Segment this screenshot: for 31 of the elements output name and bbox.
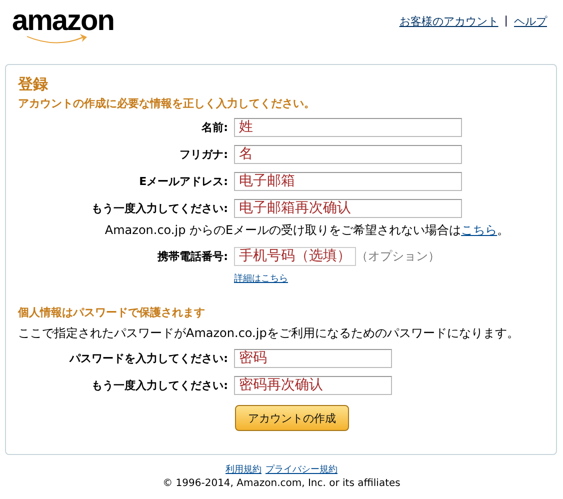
logo-text[interactable]: amazon — [12, 6, 114, 36]
password-description: ここで指定されたパスワードがAmazon.co.jpをご利用になるためのパスワードになります。 — [18, 325, 520, 342]
field-label: 名前: — [200, 120, 228, 135]
smile-arrow-icon — [26, 34, 88, 46]
email-note: Amazon.co.jp からのEメールの受け取りをご希望されない場合は こちら。 — [104, 222, 510, 239]
input-field[interactable]: 密码 — [234, 349, 392, 368]
phone-field[interactable]: 手机号码（选填） — [234, 247, 356, 266]
here-link[interactable]: こちら — [461, 223, 498, 237]
field-label: もう一度入力してください: — [90, 378, 228, 393]
field-label: フリガナ: — [178, 147, 228, 162]
footer-link[interactable]: 利用規約 — [226, 463, 262, 476]
input-field[interactable]: 电子邮箱 — [234, 172, 462, 191]
copyright: © 1996-2014, Amazon.com, Inc. or its affiliates — [162, 478, 400, 489]
help-link[interactable]: ヘルプ — [514, 14, 547, 29]
panel-title: 登録 — [18, 75, 49, 94]
input-field[interactable]: 名 — [234, 145, 462, 164]
panel-subtitle: アカウントの作成に必要な情報を正しく入力してください。 — [18, 96, 316, 111]
input-field[interactable]: 电子邮箱再次确认 — [234, 199, 462, 218]
link-separator: | — [504, 14, 508, 29]
footer-link[interactable]: プライバシー規約 — [266, 463, 338, 476]
field-label: もう一度入力してください: — [90, 201, 228, 216]
field-label: パスワードを入力してください: — [68, 351, 228, 366]
section-heading: 個人情報はパスワードで保護されます — [18, 305, 206, 320]
account-link[interactable]: お客様のアカウント — [399, 14, 498, 29]
input-field[interactable]: 密码再次确认 — [234, 376, 392, 395]
field-label: 携帯電話番号: — [156, 249, 228, 264]
details-link[interactable]: 詳細はこちら — [234, 272, 288, 285]
optional-hint: （オプション） — [356, 248, 440, 265]
create-account-button[interactable]: アカウントの作成 — [235, 405, 349, 431]
field-label: Eメールアドレス: — [138, 174, 228, 189]
input-field[interactable]: 姓 — [234, 118, 462, 137]
